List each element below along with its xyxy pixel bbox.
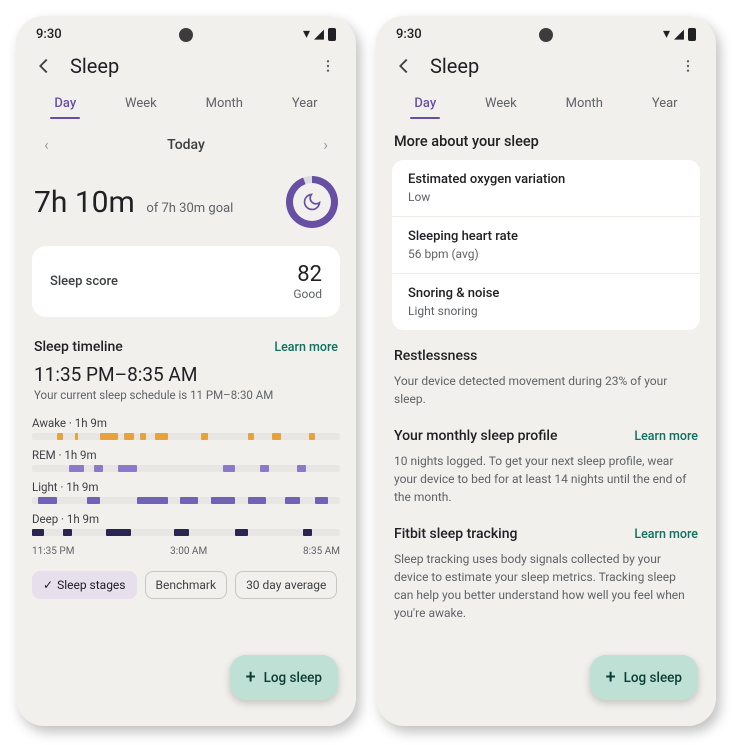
chip-sleep-stages[interactable]: ✓ Sleep stages (32, 571, 137, 599)
snoring-card[interactable]: Snoring & noise Light snoring (392, 274, 700, 330)
fab-label: Log sleep (624, 670, 682, 686)
fitbit-body: Sleep tracking uses body signals collect… (392, 548, 700, 636)
status-icons: ▾ ◢ (663, 26, 696, 42)
signal-icon: ◢ (674, 27, 684, 42)
chip-stages-label: Sleep stages (57, 578, 125, 592)
stage-light: Light · 1h 9m (32, 476, 340, 508)
phone-screen-right: 9:30 ▾ ◢ Sleep Day Week Month Year More … (376, 16, 716, 726)
status-time: 9:30 (36, 27, 62, 42)
monthly-learn-more[interactable]: Learn more (634, 429, 698, 444)
stage-deep-label: Deep · 1h 9m (32, 512, 340, 526)
date-label: Today (167, 137, 205, 153)
date-nav: ‹ Today › (32, 121, 340, 172)
timeline-title: Sleep timeline (34, 339, 123, 355)
plus-icon: + (246, 667, 256, 688)
stage-light-label: Light · 1h 9m (32, 480, 340, 494)
fitbit-learn-more[interactable]: Learn more (634, 527, 698, 542)
tab-day[interactable]: Day (48, 88, 82, 121)
score-value: 82 (293, 262, 322, 287)
info-card-stack: Estimated oxygen variation Low Sleeping … (392, 160, 700, 330)
tab-year[interactable]: Year (286, 88, 324, 121)
overflow-menu-button[interactable] (316, 54, 340, 78)
tab-day[interactable]: Day (408, 88, 442, 121)
oxygen-sub: Low (408, 190, 684, 204)
restlessness-body: Your device detected movement during 23%… (392, 370, 700, 422)
sleep-score-card[interactable]: Sleep score 82 Good (32, 246, 340, 317)
fitbit-title: Fitbit sleep tracking (394, 526, 517, 542)
time-axis: 11:35 PM 3:00 AM 8:35 AM (32, 540, 340, 567)
page-title: Sleep (430, 54, 662, 78)
camera-punch (179, 28, 193, 42)
log-sleep-fab[interactable]: + Log sleep (230, 655, 338, 700)
log-sleep-fab[interactable]: + Log sleep (590, 655, 698, 700)
back-button[interactable] (32, 54, 56, 78)
fitbit-header: Fitbit sleep tracking Learn more (392, 520, 700, 548)
signal-icon: ◢ (314, 27, 324, 42)
score-right: 82 Good (293, 262, 322, 301)
duration-row: 7h 10m of 7h 30m goal (32, 172, 340, 246)
tab-month[interactable]: Month (560, 88, 609, 121)
snoring-title: Snoring & noise (408, 286, 684, 301)
chip-row: ✓ Sleep stages Benchmark 30 day average (32, 567, 340, 599)
status-time: 9:30 (396, 27, 422, 42)
app-bar: Sleep (16, 46, 356, 88)
camera-punch (539, 28, 553, 42)
stage-rem-label: REM · 1h 9m (32, 448, 340, 462)
restlessness-title: Restlessness (392, 342, 700, 370)
timeline-header: Sleep timeline Learn more (32, 331, 340, 363)
fab-label: Log sleep (264, 670, 322, 686)
moon-icon (293, 183, 331, 221)
plus-icon: + (606, 667, 616, 688)
duration-value: 7h 10m (34, 185, 135, 220)
overflow-menu-button[interactable] (676, 54, 700, 78)
oxygen-card[interactable]: Estimated oxygen variation Low (392, 160, 700, 217)
monthly-title: Your monthly sleep profile (394, 428, 558, 444)
prev-day-button[interactable]: ‹ (36, 131, 57, 158)
goal-ring (286, 176, 338, 228)
oxygen-title: Estimated oxygen variation (408, 172, 684, 187)
wifi-icon: ▾ (303, 26, 310, 42)
phone-screen-left: 9:30 ▾ ◢ Sleep Day Week Month Year ‹ Tod… (16, 16, 356, 726)
next-day-button[interactable]: › (315, 131, 336, 158)
battery-icon (328, 28, 336, 41)
axis-mid: 3:00 AM (170, 546, 207, 557)
content-right: More about your sleep Estimated oxygen v… (376, 121, 716, 726)
time-range: 11:35 PM–8:35 AM (32, 363, 340, 386)
snoring-sub: Light snoring (408, 304, 684, 318)
timeline-learn-more[interactable]: Learn more (274, 340, 338, 355)
heart-rate-card[interactable]: Sleeping heart rate 56 bpm (avg) (392, 217, 700, 274)
tabs: Day Week Month Year (376, 88, 716, 121)
score-label: Sleep score (50, 274, 118, 289)
stage-rem: REM · 1h 9m (32, 444, 340, 476)
axis-end: 8:35 AM (303, 546, 340, 557)
sleep-duration: 7h 10m of 7h 30m goal (34, 185, 233, 220)
check-icon: ✓ (43, 578, 53, 592)
tab-week[interactable]: Week (119, 88, 163, 121)
back-button[interactable] (392, 54, 416, 78)
duration-goal: of 7h 30m goal (146, 201, 233, 216)
tab-month[interactable]: Month (200, 88, 249, 121)
score-word: Good (293, 287, 322, 301)
page-title: Sleep (70, 54, 302, 78)
status-icons: ▾ ◢ (303, 26, 336, 42)
tab-year[interactable]: Year (646, 88, 684, 121)
stage-awake: Awake · 1h 9m (32, 412, 340, 444)
heart-sub: 56 bpm (avg) (408, 247, 684, 261)
more-about-sleep-title: More about your sleep (392, 121, 700, 160)
axis-start: 11:35 PM (32, 546, 74, 557)
stage-awake-label: Awake · 1h 9m (32, 416, 340, 430)
schedule-text: Your current sleep schedule is 11 PM–8:3… (32, 386, 340, 412)
chip-30day-avg[interactable]: 30 day average (235, 571, 337, 599)
stage-deep: Deep · 1h 9m (32, 508, 340, 540)
wifi-icon: ▾ (663, 26, 670, 42)
tabs: Day Week Month Year (16, 88, 356, 121)
tab-week[interactable]: Week (479, 88, 523, 121)
app-bar: Sleep (376, 46, 716, 88)
heart-title: Sleeping heart rate (408, 229, 684, 244)
content-left: ‹ Today › 7h 10m of 7h 30m goal Sleep sc… (16, 121, 356, 726)
monthly-header: Your monthly sleep profile Learn more (392, 422, 700, 450)
chip-benchmark[interactable]: Benchmark (145, 571, 228, 599)
battery-icon (688, 28, 696, 41)
monthly-body: 10 nights logged. To get your next sleep… (392, 450, 700, 520)
